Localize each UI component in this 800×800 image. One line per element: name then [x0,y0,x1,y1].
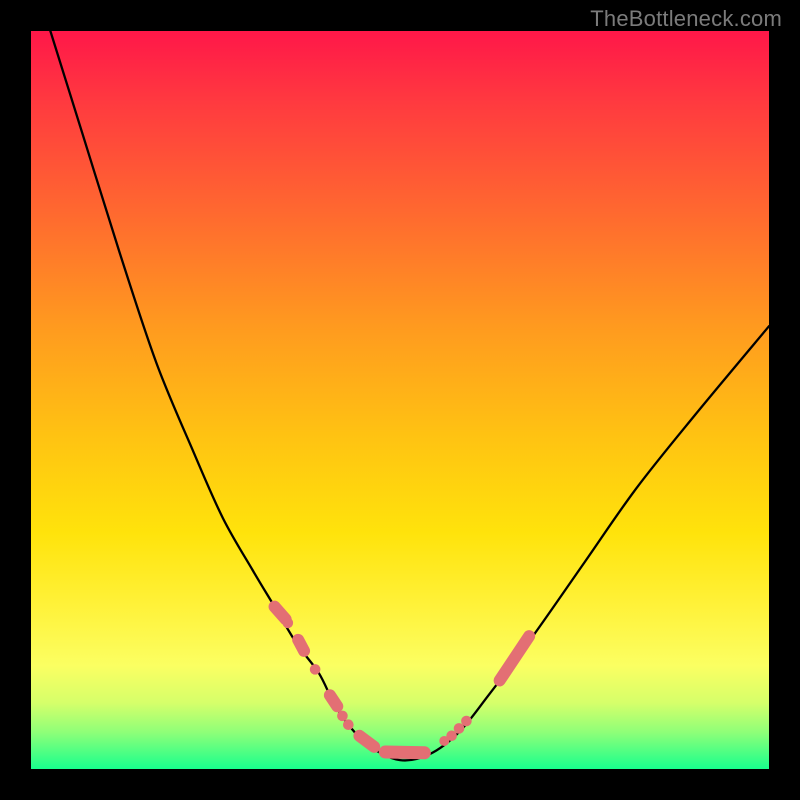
marker-dot [337,711,348,722]
marker-pill [330,695,337,706]
marker-pill [298,640,304,651]
marker-pill [385,752,424,753]
marker-pill [275,607,286,620]
marker-dot [343,719,354,730]
marker-cluster-right [439,636,529,746]
marker-pill [500,636,530,680]
marker-cluster-left [275,607,375,747]
bottleneck-curve [46,16,769,760]
marker-dot [283,618,294,629]
plot-area [31,31,769,769]
marker-cluster-bottom [369,742,424,753]
marker-dot [461,716,472,727]
chart-svg [31,31,769,769]
watermark-text: TheBottleneck.com [590,6,782,32]
marker-dot [310,664,321,675]
chart-stage: TheBottleneck.com [0,0,800,800]
marker-dot [369,742,380,753]
